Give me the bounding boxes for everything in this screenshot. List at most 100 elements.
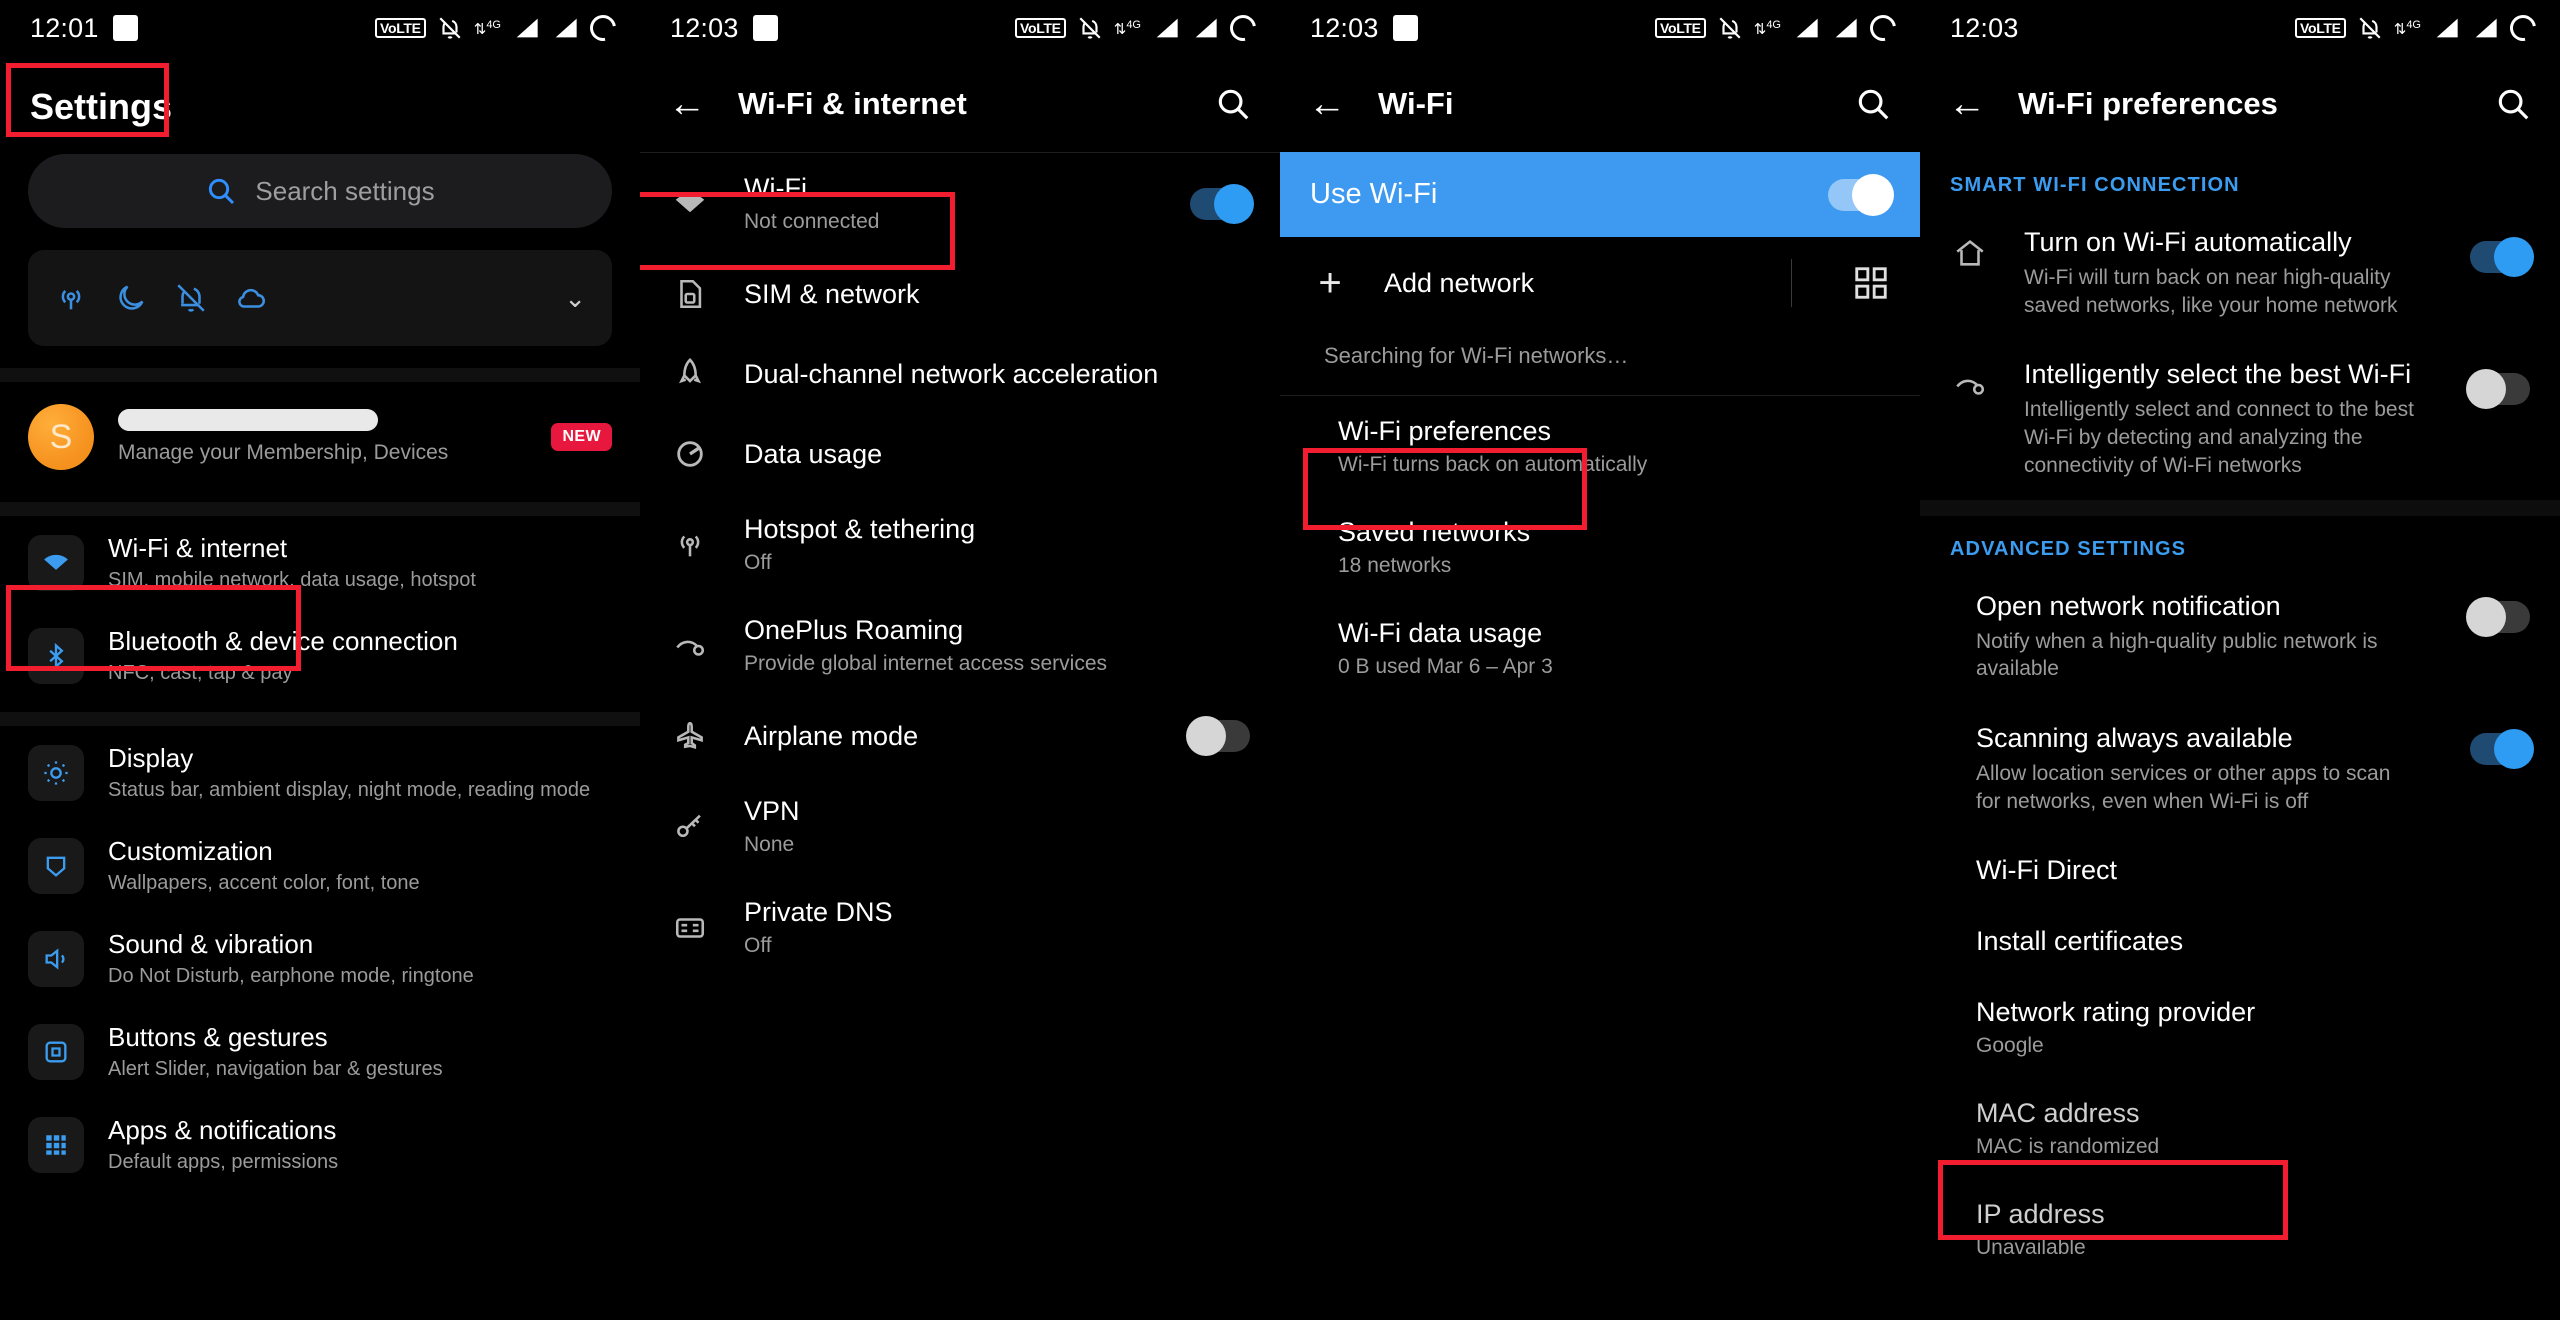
item-subtitle: Alert Slider, navigation bar & gestures bbox=[108, 1058, 443, 1080]
item-title: Wi-Fi & internet bbox=[108, 533, 288, 563]
wifi-icon bbox=[28, 534, 84, 591]
intelligently-select-toggle[interactable] bbox=[2466, 369, 2530, 410]
list-item-ip-address[interactable]: IP address Unavailable bbox=[1920, 1179, 2560, 1280]
sidebar-item-customization[interactable]: Customization Wallpapers, accent color, … bbox=[0, 819, 640, 912]
item-subtitle: Notify when a high-quality public networ… bbox=[1976, 629, 2378, 681]
list-item-vpn[interactable]: VPN None bbox=[640, 776, 1280, 877]
bluetooth-icon bbox=[28, 627, 84, 684]
volte-icon: VoLTE bbox=[374, 18, 426, 38]
apps-icon bbox=[28, 1116, 84, 1173]
sidebar-item-wifi-internet[interactable]: Wi-Fi & internet SIM, mobile network, da… bbox=[0, 516, 640, 609]
volte-icon: VoLTE bbox=[1014, 18, 1066, 38]
item-title: Data usage bbox=[744, 438, 883, 469]
item-title: Bluetooth & device connection bbox=[108, 626, 458, 656]
item-subtitle: Provide global internet access services bbox=[744, 652, 1108, 675]
item-title: Sound & vibration bbox=[108, 929, 314, 959]
list-item-intelligently-select-best-wifi[interactable]: Intelligently select the best Wi-Fi Inte… bbox=[1920, 339, 2560, 499]
data-arrows-icon: ⇅4G bbox=[473, 18, 501, 38]
vpn-key-icon bbox=[670, 807, 710, 847]
sim-card-icon bbox=[670, 274, 710, 314]
list-item-oneplus-roaming[interactable]: OnePlus Roaming Provide global internet … bbox=[640, 595, 1280, 696]
use-wifi-row[interactable]: Use Wi-Fi bbox=[1280, 152, 1920, 237]
avatar: S bbox=[28, 404, 94, 470]
list-item-turn-on-wifi-automatically[interactable]: Turn on Wi-Fi automatically Wi-Fi will t… bbox=[1920, 207, 2560, 339]
list-item-network-rating-provider[interactable]: Network rating provider Google bbox=[1920, 977, 2560, 1078]
item-title: MAC address bbox=[1976, 1098, 2140, 1129]
item-title: Install certificates bbox=[1976, 926, 2184, 957]
quick-toggles-card[interactable]: ⌄ bbox=[28, 250, 612, 346]
list-item-hotspot-tethering[interactable]: Hotspot & tethering Off bbox=[640, 494, 1280, 595]
sidebar-item-sound[interactable]: Sound & vibration Do Not Disturb, earpho… bbox=[0, 912, 640, 1005]
use-wifi-toggle[interactable] bbox=[1828, 173, 1894, 216]
signal-icon-1 bbox=[1156, 18, 1178, 38]
bell-mute-icon bbox=[439, 17, 461, 39]
item-title: Open network notification bbox=[1976, 590, 2281, 621]
list-item-sim-network[interactable]: SIM & network bbox=[640, 254, 1280, 334]
item-subtitle: Wallpapers, accent color, font, tone bbox=[108, 872, 420, 894]
section-divider bbox=[0, 712, 640, 726]
search-icon[interactable] bbox=[2494, 85, 2532, 123]
chevron-down-icon[interactable]: ⌄ bbox=[564, 283, 586, 314]
account-row[interactable]: S Manage your Membership, Devices NEW bbox=[0, 382, 640, 492]
list-item-airplane-mode[interactable]: Airplane mode bbox=[640, 696, 1280, 776]
list-item-private-dns[interactable]: Private DNS Off bbox=[640, 877, 1280, 978]
status-clock: 12:03 bbox=[1310, 12, 1379, 43]
search-icon[interactable] bbox=[1214, 85, 1252, 123]
item-title: Customization bbox=[108, 836, 273, 866]
signal-icon-2 bbox=[555, 18, 577, 38]
airplane-toggle[interactable] bbox=[1186, 716, 1250, 756]
item-title: Wi-Fi bbox=[744, 173, 807, 203]
list-item-mac-address[interactable]: MAC address MAC is randomized bbox=[1920, 1078, 2560, 1179]
search-input[interactable]: Search settings bbox=[28, 154, 612, 228]
list-item-wifi-data-usage[interactable]: Wi-Fi data usage 0 B used Mar 6 – Apr 3 bbox=[1280, 598, 1920, 699]
open-network-notification-toggle[interactable] bbox=[2466, 596, 2530, 637]
bell-mute-icon[interactable] bbox=[174, 281, 208, 315]
list-item-dual-channel[interactable]: Dual-channel network acceleration bbox=[640, 334, 1280, 414]
list-item-saved-networks[interactable]: Saved networks 18 networks bbox=[1280, 497, 1920, 598]
sidebar-item-display[interactable]: Display Status bar, ambient display, nig… bbox=[0, 726, 640, 819]
list-item-wifi-direct[interactable]: Wi-Fi Direct bbox=[1920, 835, 2560, 906]
list-item-data-usage[interactable]: Data usage bbox=[640, 414, 1280, 494]
section-divider bbox=[0, 502, 640, 516]
palette-icon bbox=[28, 837, 84, 894]
cloud-icon[interactable] bbox=[234, 281, 268, 315]
add-network-row[interactable]: + Add network bbox=[1280, 237, 1920, 329]
panel-wifi: 12:03 VoLTE ⇅4G ← Wi-Fi Use Wi-Fi + Add … bbox=[1280, 0, 1920, 1320]
list-item-install-certificates[interactable]: Install certificates bbox=[1920, 906, 2560, 977]
wifi-icon bbox=[670, 184, 710, 224]
back-arrow-icon[interactable]: ← bbox=[1308, 85, 1356, 123]
battery-icon bbox=[584, 9, 622, 47]
item-subtitle: Do Not Disturb, earphone mode, ringtone bbox=[108, 965, 474, 987]
list-item-open-network-notification[interactable]: Open network notification Notify when a … bbox=[1920, 571, 2560, 703]
location-icon[interactable] bbox=[54, 281, 88, 315]
qr-scan-icon[interactable] bbox=[1852, 264, 1890, 302]
battery-icon bbox=[1224, 9, 1262, 47]
search-icon[interactable] bbox=[1854, 85, 1892, 123]
bell-mute-icon bbox=[2359, 17, 2381, 39]
volte-icon: VoLTE bbox=[1654, 18, 1706, 38]
list-item-wifi-preferences[interactable]: Wi-Fi preferences Wi-Fi turns back on au… bbox=[1280, 396, 1920, 497]
item-title: Turn on Wi-Fi automatically bbox=[2024, 227, 2352, 257]
list-item-wifi[interactable]: Wi-Fi Not connected bbox=[640, 153, 1280, 254]
back-arrow-icon[interactable]: ← bbox=[668, 85, 716, 123]
item-subtitle: MAC is randomized bbox=[1976, 1135, 2160, 1159]
item-title: Network rating provider bbox=[1976, 997, 2256, 1028]
page-title: Wi-Fi bbox=[1378, 86, 1454, 121]
volume-icon bbox=[28, 930, 84, 987]
item-subtitle: Intelligently select and connect to the … bbox=[2024, 398, 2414, 477]
item-subtitle: Wi-Fi turns back on automatically bbox=[1338, 453, 1648, 476]
turn-on-wifi-automatically-toggle[interactable] bbox=[2470, 237, 2534, 277]
back-arrow-icon[interactable]: ← bbox=[1948, 85, 1996, 123]
list-item-scanning-always-available[interactable]: Scanning always available Allow location… bbox=[1920, 703, 2560, 835]
item-title: Saved networks bbox=[1338, 517, 1531, 547]
sidebar-item-bluetooth[interactable]: Bluetooth & device connection NFC, cast,… bbox=[0, 609, 640, 702]
data-arrows-icon: ⇅4G bbox=[1113, 18, 1141, 38]
sidebar-item-apps-notifications[interactable]: Apps & notifications Default apps, permi… bbox=[0, 1098, 640, 1191]
signal-icon-2 bbox=[1835, 18, 1857, 38]
moon-icon[interactable] bbox=[114, 281, 148, 315]
brightness-icon bbox=[28, 744, 84, 801]
scanning-always-available-toggle[interactable] bbox=[2470, 729, 2534, 770]
wifi-toggle[interactable] bbox=[1190, 183, 1254, 224]
status-clock: 12:03 bbox=[1950, 12, 2019, 43]
sidebar-item-buttons-gestures[interactable]: Buttons & gestures Alert Slider, navigat… bbox=[0, 1005, 640, 1098]
